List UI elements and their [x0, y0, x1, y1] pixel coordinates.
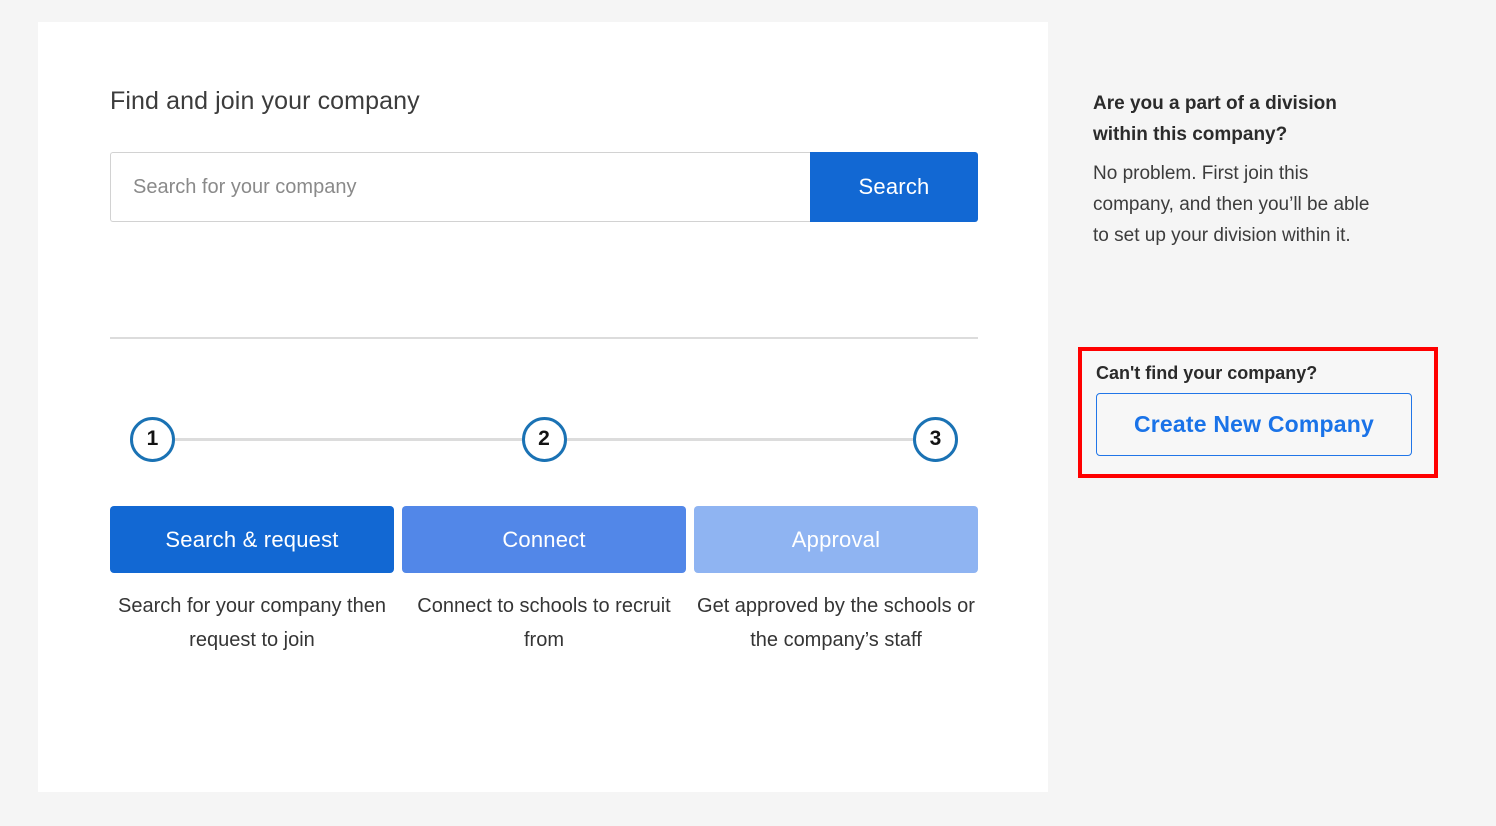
division-question-heading: Are you a part of a division within this… [1093, 93, 1337, 145]
step-button-connect[interactable]: Connect [402, 506, 686, 573]
division-question-body: No problem. First join this company, and… [1093, 163, 1370, 246]
step-column-1: Search & request Search for your company… [110, 506, 394, 657]
step-connector-2 [566, 437, 913, 441]
create-new-company-button[interactable]: Create New Company [1096, 393, 1412, 456]
step-caption-3: Get approved by the schools or the compa… [697, 595, 975, 651]
company-search-row: Search [110, 152, 978, 222]
page-title: Find and join your company [110, 87, 420, 115]
side-rail: Are you a part of a division within this… [1093, 88, 1423, 251]
page-root: Find and join your company Search 1 2 3 … [0, 0, 1496, 826]
step-circle-2: 2 [521, 416, 567, 462]
step-circle-3: 3 [913, 416, 958, 462]
step-column-2: Connect Connect to schools to recruit fr… [402, 506, 686, 657]
step-circle-1: 1 [130, 416, 175, 462]
step-button-search-request[interactable]: Search & request [110, 506, 394, 573]
step-button-approval[interactable]: Approval [694, 506, 978, 573]
cant-find-company-label: Can't find your company? [1096, 363, 1318, 383]
section-divider [110, 337, 978, 339]
search-button[interactable]: Search [810, 152, 978, 222]
step-column-3: Approval Get approved by the schools or … [694, 506, 978, 657]
main-card-content: Find and join your company Search 1 2 3 … [110, 86, 978, 657]
step-caption-1: Search for your company then request to … [118, 595, 386, 651]
main-card: Find and join your company Search 1 2 3 … [38, 22, 1048, 792]
step-connector-1 [175, 437, 522, 441]
step-cards: Search & request Search for your company… [110, 506, 978, 657]
step-indicator: 1 2 3 [110, 415, 978, 463]
step-caption-2: Connect to schools to recruit from [417, 595, 671, 651]
create-company-highlight-box: Can't find your company? Create New Comp… [1078, 347, 1438, 478]
search-input[interactable] [110, 152, 810, 222]
